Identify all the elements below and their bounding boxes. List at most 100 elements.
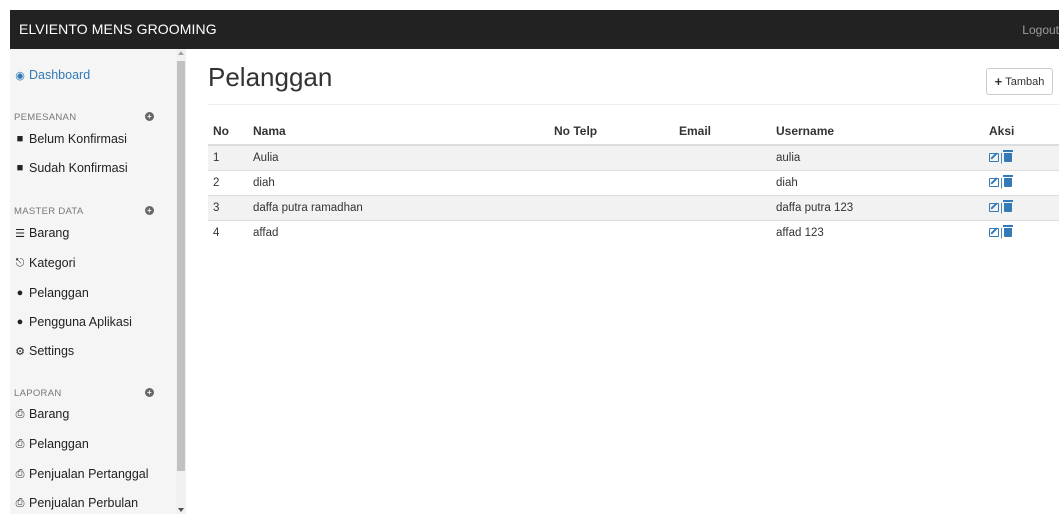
cell-no: 4 bbox=[208, 219, 248, 245]
section-title: MASTER DATA bbox=[14, 206, 84, 217]
cell-username: diah bbox=[771, 169, 984, 195]
sidebar-section-pemesanan: PEMESANAN + bbox=[14, 112, 166, 123]
scroll-up-arrow-icon[interactable] bbox=[178, 51, 184, 55]
action-separator: | bbox=[1000, 226, 1003, 239]
cell-telp bbox=[549, 219, 674, 245]
sidebar-item-label: Pengguna Aplikasi bbox=[29, 315, 132, 329]
cell-no: 3 bbox=[208, 194, 248, 220]
title-divider bbox=[208, 104, 1059, 105]
cell-email bbox=[674, 144, 771, 170]
users-icon: ● bbox=[16, 287, 24, 299]
edit-icon[interactable] bbox=[989, 153, 999, 163]
trash-icon[interactable] bbox=[1002, 175, 1013, 188]
users-icon: ● bbox=[16, 316, 24, 328]
sidebar-item-label: Belum Konfirmasi bbox=[29, 132, 127, 146]
cell-nama: affad bbox=[248, 219, 549, 245]
table-row: 1 Aulia aulia | bbox=[208, 144, 1059, 170]
sidebar-item-settings[interactable]: ⚙ Settings bbox=[14, 344, 74, 358]
tags-icon: ⎋ bbox=[15, 256, 25, 269]
sidebar-item-label: Barang bbox=[29, 407, 70, 421]
cell-username: daffa putra 123 bbox=[771, 194, 984, 220]
plus-circle-icon[interactable]: + bbox=[145, 112, 154, 121]
sidebar-item-kategori[interactable]: ⎋ Kategori bbox=[14, 256, 76, 270]
plus-circle-icon[interactable]: + bbox=[145, 388, 154, 397]
sidebar-scrollbar[interactable] bbox=[176, 49, 186, 514]
scroll-thumb[interactable] bbox=[177, 61, 185, 471]
sidebar-item-label: Penjualan Perbulan bbox=[29, 496, 139, 510]
sidebar-item-label: Sudah Konfirmasi bbox=[29, 161, 128, 175]
cell-username: affad 123 bbox=[771, 219, 984, 245]
sidebar-item-belum-konfirmasi[interactable]: ■ Belum Konfirmasi bbox=[14, 132, 127, 146]
cell-username: aulia bbox=[771, 144, 984, 170]
sidebar-item-pengguna-aplikasi[interactable]: ● Pengguna Aplikasi bbox=[14, 315, 132, 329]
gear-icon: ⚙ bbox=[15, 345, 25, 358]
cell-aksi: | bbox=[984, 194, 1059, 220]
action-separator: | bbox=[1000, 151, 1003, 164]
cell-aksi: | bbox=[984, 144, 1059, 170]
customer-table: No Nama No Telp Email Username Aksi 1 Au… bbox=[208, 117, 1059, 245]
cell-aksi: | bbox=[984, 169, 1059, 195]
logout-link[interactable]: Logout bbox=[1022, 23, 1059, 37]
trash-icon[interactable] bbox=[1002, 200, 1013, 213]
sidebar-item-pelanggan[interactable]: ● Pelanggan bbox=[14, 286, 89, 300]
cell-no: 1 bbox=[208, 144, 248, 170]
sidebar-item-label: Dashboard bbox=[29, 68, 91, 82]
sidebar-item-laporan-barang[interactable]: ⎙ Barang bbox=[14, 407, 70, 421]
print-icon: ⎙ bbox=[15, 467, 25, 480]
list-icon: ☰ bbox=[15, 227, 25, 240]
sidebar-item-penjualan-perbulan[interactable]: ⎙ Penjualan Perbulan bbox=[14, 496, 139, 510]
cell-telp bbox=[549, 194, 674, 220]
cell-telp bbox=[549, 169, 674, 195]
file-icon: ■ bbox=[16, 162, 24, 174]
edit-icon[interactable] bbox=[989, 203, 999, 213]
cell-email bbox=[674, 219, 771, 245]
plus-circle-icon[interactable]: + bbox=[145, 206, 154, 215]
trash-icon[interactable] bbox=[1002, 225, 1013, 238]
edit-icon[interactable] bbox=[989, 228, 999, 238]
plus-icon: + bbox=[994, 74, 1003, 89]
cell-telp bbox=[549, 144, 674, 170]
sidebar-item-dashboard[interactable]: ◉ Dashboard bbox=[14, 68, 90, 82]
sidebar-section-laporan: LAPORAN + bbox=[14, 388, 166, 399]
dashboard-icon: ◉ bbox=[15, 69, 25, 82]
cell-nama: diah bbox=[248, 169, 549, 195]
sidebar-item-label: Penjualan Pertanggal bbox=[29, 467, 149, 481]
sidebar-item-label: Barang bbox=[29, 226, 70, 240]
cell-no: 2 bbox=[208, 169, 248, 195]
sidebar-section-master-data: MASTER DATA + bbox=[14, 206, 166, 217]
cell-email bbox=[674, 169, 771, 195]
table-header-row: No Nama No Telp Email Username Aksi bbox=[208, 117, 1059, 146]
top-navbar: ELVIENTO MENS GROOMING Logout bbox=[10, 10, 1059, 49]
cell-aksi: | bbox=[984, 219, 1059, 245]
sidebar: ◉ Dashboard PEMESANAN + ■ Belum Konfirma… bbox=[10, 49, 176, 514]
add-button-label: Tambah bbox=[1005, 75, 1045, 88]
edit-icon[interactable] bbox=[989, 178, 999, 188]
table-row: 3 daffa putra ramadhan daffa putra 123 | bbox=[208, 194, 1059, 220]
print-icon: ⎙ bbox=[15, 437, 25, 450]
header-no: No bbox=[208, 117, 248, 146]
sidebar-item-laporan-pelanggan[interactable]: ⎙ Pelanggan bbox=[14, 437, 89, 451]
table-row: 4 affad affad 123 | bbox=[208, 219, 1059, 245]
header-nama: Nama bbox=[248, 117, 549, 146]
print-icon: ⎙ bbox=[15, 496, 25, 509]
cell-email bbox=[674, 194, 771, 220]
sidebar-item-label: Pelanggan bbox=[29, 437, 89, 451]
print-icon: ⎙ bbox=[15, 407, 25, 420]
cell-nama: Aulia bbox=[248, 144, 549, 170]
sidebar-item-label: Kategori bbox=[29, 256, 76, 270]
trash-icon[interactable] bbox=[1002, 150, 1013, 163]
sidebar-item-barang[interactable]: ☰ Barang bbox=[14, 226, 69, 240]
action-separator: | bbox=[1000, 176, 1003, 189]
add-button[interactable]: + Tambah bbox=[986, 68, 1053, 95]
section-title: LAPORAN bbox=[14, 388, 62, 399]
scroll-down-arrow-icon[interactable] bbox=[178, 508, 184, 512]
page-title: Pelanggan bbox=[208, 62, 333, 92]
sidebar-item-label: Settings bbox=[29, 344, 75, 358]
sidebar-item-label: Pelanggan bbox=[29, 286, 89, 300]
main-content: Pelanggan + Tambah No Nama No Telp Email… bbox=[186, 49, 1059, 514]
sidebar-item-penjualan-pertanggal[interactable]: ⎙ Penjualan Pertanggal bbox=[14, 467, 149, 481]
header-username: Username bbox=[771, 117, 984, 146]
section-title: PEMESANAN bbox=[14, 112, 77, 123]
brand-title[interactable]: ELVIENTO MENS GROOMING bbox=[19, 21, 217, 37]
sidebar-item-sudah-konfirmasi[interactable]: ■ Sudah Konfirmasi bbox=[14, 161, 128, 175]
